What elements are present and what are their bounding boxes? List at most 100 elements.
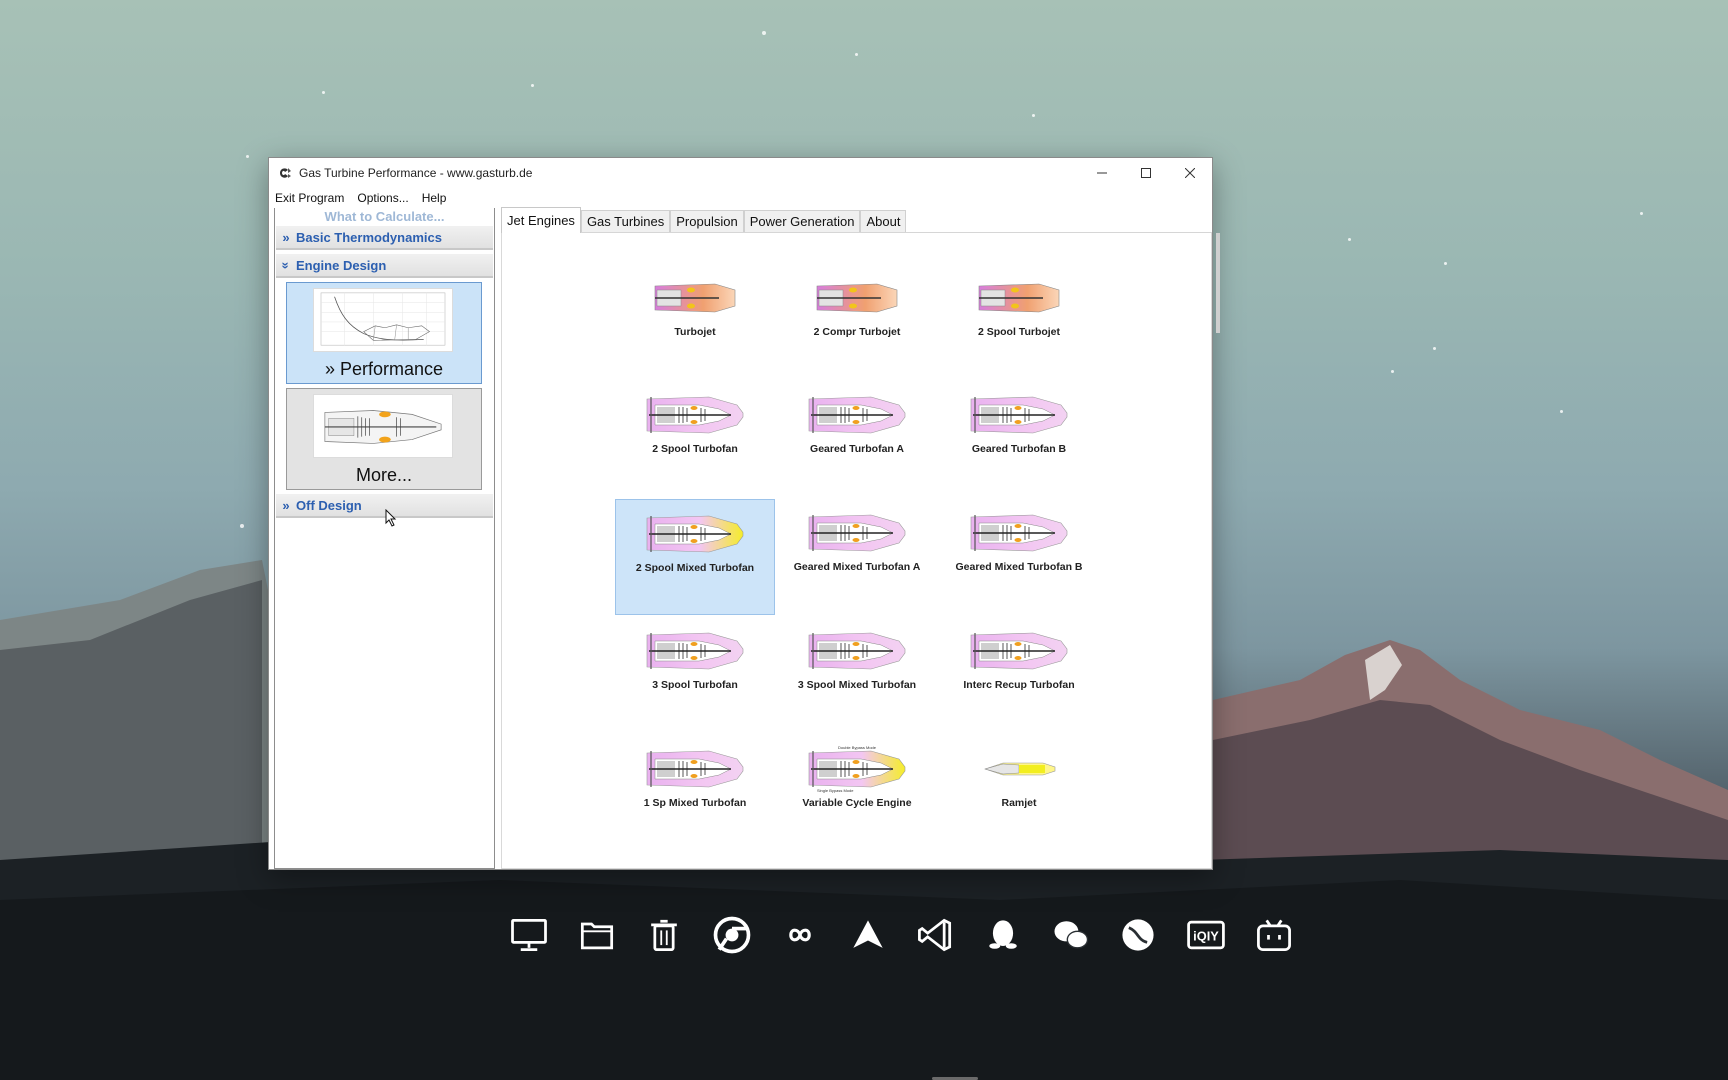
engine-option-2-spool-turbojet[interactable]: 2 Spool Turbojet (939, 264, 1099, 380)
taskbar-ball-button[interactable] (1114, 911, 1162, 959)
wechat-icon (1054, 921, 1088, 949)
engine-option-geared-mixed-turbofan-a[interactable]: Geared Mixed Turbofan A (777, 499, 937, 615)
engine-cutaway-icon (984, 762, 1056, 776)
engine-label: Geared Turbofan B (971, 443, 1067, 455)
performance-chart-thumbnail (313, 288, 453, 352)
engine-option-ramjet[interactable]: Ramjet (939, 735, 1099, 851)
close-button[interactable] (1168, 158, 1212, 188)
engine-label: Turbojet (674, 326, 716, 338)
title-bar[interactable]: Gas Turbine Performance - www.gasturb.de (269, 158, 1212, 188)
engine-label: 2 Compr Turbojet (813, 326, 901, 338)
svg-text:Double Bypass Mode: Double Bypass Mode (838, 745, 877, 750)
engine-cutaway-icon (816, 283, 898, 313)
mouse-cursor-icon (385, 509, 397, 527)
taskbar-qq-penguin-button[interactable] (979, 911, 1027, 959)
engine-cutaway-icon (970, 514, 1068, 552)
chevron-right-icon: » (282, 229, 290, 245)
taskbar-chrome-button[interactable] (708, 911, 756, 959)
engine-label: Interc Recup Turbofan (963, 679, 1075, 691)
engine-cutaway-icon (646, 515, 744, 553)
vscode-icon (918, 918, 952, 952)
tab-propulsion[interactable]: Propulsion (670, 210, 744, 232)
engine-label: Variable Cycle Engine (802, 797, 912, 809)
tab-gas-turbines[interactable]: Gas Turbines (580, 210, 671, 232)
tab-power-generation[interactable]: Power Generation (743, 210, 861, 232)
engine-option-geared-turbofan-a[interactable]: Geared Turbofan A (777, 381, 937, 497)
taskbar-wechat-button[interactable] (1047, 911, 1095, 959)
performance-label: » Performance (324, 359, 444, 379)
taskbar-monitor-button[interactable] (505, 911, 553, 959)
engine-option-2-spool-turbofan[interactable]: 2 Spool Turbofan (615, 381, 775, 497)
close-icon (1185, 168, 1195, 178)
engine-option-3-spool-turbofan[interactable]: 3 Spool Turbofan (615, 617, 775, 733)
app-window: Gas Turbine Performance - www.gasturb.de… (268, 157, 1220, 870)
section-label: Basic Thermodynamics (296, 229, 442, 245)
chevron-down-icon: » (278, 261, 294, 269)
maximize-button[interactable] (1124, 158, 1168, 188)
trash-icon (651, 919, 678, 952)
tab-jet-engines[interactable]: Jet Engines (501, 207, 581, 233)
menu-bar: Exit Program Options... Help (269, 188, 1212, 208)
engine-label: 3 Spool Mixed Turbofan (797, 679, 917, 691)
calculation-panel: What to Calculate... » Basic Thermodynam… (274, 208, 495, 869)
infinity-icon (789, 928, 811, 942)
engine-label: 2 Spool Turbofan (652, 443, 738, 455)
folder-icon (580, 922, 613, 950)
engine-option-turbojet[interactable]: Turbojet (615, 264, 775, 380)
engine-option-1-sp-mixed-turbofan[interactable]: 1 Sp Mixed Turbofan (615, 735, 775, 851)
chrome-icon (713, 916, 751, 954)
paper-plane-icon (852, 920, 883, 948)
engine-cutaway-icon (970, 396, 1068, 434)
qq-penguin-icon (989, 920, 1017, 949)
section-label: Off Design (296, 497, 362, 513)
engine-option-geared-turbofan-b[interactable]: Geared Turbofan B (939, 381, 1099, 497)
engine-option-2-compr-turbojet[interactable]: 2 Compr Turbojet (777, 264, 937, 380)
chevron-right-icon: » (282, 497, 290, 513)
ball-icon (1122, 919, 1154, 951)
engine-option-interc-recup-turbofan[interactable]: Interc Recup Turbofan (939, 617, 1099, 733)
taskbar-trash-button[interactable] (640, 911, 688, 959)
scrollbar-thumb[interactable] (1216, 233, 1220, 333)
taskbar-vscode-button[interactable] (911, 911, 959, 959)
engine-option-variable-cycle-engine[interactable]: Double Bypass Mode Single Bypass Mode Vari… (777, 735, 937, 851)
menu-options[interactable]: Options... (357, 191, 408, 205)
menu-exit-program[interactable]: Exit Program (275, 191, 344, 205)
tab-bar: Jet Engines Gas Turbines Propulsion Powe… (501, 207, 1212, 233)
section-basic-thermodynamics[interactable]: » Basic Thermodynamics (276, 226, 493, 250)
monitor-icon (511, 918, 547, 952)
engine-option-geared-mixed-turbofan-b[interactable]: Geared Mixed Turbofan B (939, 499, 1099, 615)
maximize-icon (1141, 168, 1151, 178)
engine-option-2-spool-mixed-turbofan[interactable]: 2 Spool Mixed Turbofan (615, 499, 775, 615)
tab-about[interactable]: About (860, 210, 907, 232)
iqiyi-icon: iQIY (1187, 920, 1225, 950)
engine-label: 1 Sp Mixed Turbofan (643, 797, 747, 809)
gasturb-logo-icon (280, 168, 291, 178)
minimize-icon (1097, 172, 1107, 174)
engine-cutaway-icon (808, 514, 906, 552)
section-label: Engine Design (296, 257, 387, 273)
section-engine-design[interactable]: » Engine Design (276, 254, 493, 278)
engine-cutaway-icon (978, 283, 1060, 313)
engine-cutaway-icon (808, 632, 906, 670)
engine-cutaway-icon: Double Bypass Mode Single Bypass Mode (808, 745, 906, 793)
engine-label: Geared Mixed Turbofan A (793, 561, 921, 573)
engine-label: Geared Turbofan A (810, 443, 904, 455)
taskbar-paper-plane-button[interactable] (844, 911, 892, 959)
more-card[interactable]: More... (286, 388, 482, 490)
engine-label: Ramjet (1001, 797, 1037, 809)
performance-card[interactable]: » Performance (286, 282, 482, 384)
what-to-calculate-heading: What to Calculate... (324, 209, 445, 224)
engine-cutaway-icon (646, 396, 744, 434)
taskbar-folder-button[interactable] (573, 911, 621, 959)
engine-cutaway-thumbnail (313, 394, 453, 458)
minimize-button[interactable] (1080, 158, 1124, 188)
engine-label: 2 Spool Mixed Turbofan (635, 562, 755, 574)
taskbar-iqiyi-button[interactable]: iQIY (1182, 911, 1230, 959)
engine-cutaway-icon (970, 632, 1068, 670)
more-label: More... (355, 465, 412, 485)
taskbar-infinity-button[interactable] (776, 911, 824, 959)
engine-label: Geared Mixed Turbofan B (955, 561, 1083, 573)
taskbar-bilibili-button[interactable] (1250, 911, 1298, 959)
menu-help[interactable]: Help (422, 191, 447, 205)
engine-option-3-spool-mixed-turbofan[interactable]: 3 Spool Mixed Turbofan (777, 617, 937, 733)
